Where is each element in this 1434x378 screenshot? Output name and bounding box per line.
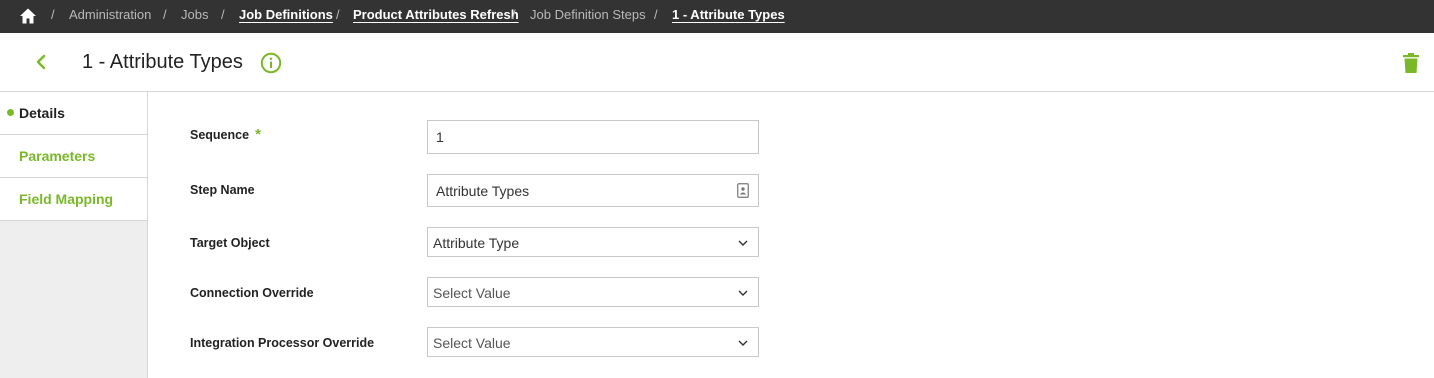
- sidebar: Details Parameters Field Mapping: [0, 92, 148, 378]
- sequence-value: 1: [436, 129, 444, 145]
- sidebar-item-label: Field Mapping: [19, 191, 114, 207]
- sequence-label: Sequence *: [190, 127, 261, 143]
- breadcrumb-bar: / Administration / Jobs / Job Definition…: [0, 0, 1434, 33]
- integration-processor-override-placeholder: Select Value: [433, 335, 511, 351]
- target-object-select[interactable]: Attribute Type: [427, 227, 759, 257]
- breadcrumb-separator: /: [163, 7, 167, 22]
- contact-card-icon[interactable]: [737, 183, 749, 198]
- breadcrumb-jobs[interactable]: Jobs: [181, 7, 208, 23]
- breadcrumb-separator: /: [512, 7, 516, 22]
- required-asterisk: *: [255, 126, 261, 143]
- sidebar-item-parameters[interactable]: Parameters: [0, 135, 147, 178]
- breadcrumb-separator: /: [221, 7, 225, 22]
- target-object-label: Target Object: [190, 236, 270, 250]
- step-name-label: Step Name: [190, 183, 255, 197]
- chevron-down-icon: [738, 290, 748, 296]
- sequence-label-text: Sequence: [190, 128, 250, 142]
- connection-override-label: Connection Override: [190, 286, 314, 300]
- chevron-down-icon: [738, 240, 748, 246]
- breadcrumb-administration[interactable]: Administration: [69, 7, 151, 23]
- chevron-left-icon: [36, 54, 46, 70]
- step-name-input[interactable]: Attribute Types: [427, 174, 759, 207]
- target-object-value: Attribute Type: [433, 235, 520, 251]
- page-title: 1 - Attribute Types: [82, 51, 243, 73]
- step-name-value: Attribute Types: [436, 183, 530, 199]
- info-icon[interactable]: [260, 52, 282, 74]
- breadcrumb-separator: /: [336, 7, 340, 22]
- breadcrumb-product-attributes-refresh[interactable]: Product Attributes Refresh: [353, 7, 519, 23]
- active-indicator-dot: [7, 109, 14, 116]
- trash-icon[interactable]: [1402, 52, 1420, 74]
- breadcrumb-separator: /: [654, 7, 658, 22]
- connection-override-select[interactable]: Select Value: [427, 277, 759, 307]
- connection-override-placeholder: Select Value: [433, 285, 511, 301]
- sidebar-item-label: Details: [19, 105, 65, 121]
- sidebar-item-details[interactable]: Details: [0, 92, 147, 135]
- integration-processor-override-label: Integration Processor Override: [190, 336, 375, 350]
- breadcrumb-separator: /: [51, 7, 55, 22]
- breadcrumb-job-definitions[interactable]: Job Definitions: [239, 7, 333, 23]
- chevron-down-icon: [738, 340, 748, 346]
- back-button[interactable]: [31, 51, 51, 73]
- sequence-input[interactable]: 1: [427, 120, 759, 154]
- home-icon[interactable]: [19, 7, 37, 25]
- page-header: 1 - Attribute Types: [0, 33, 1434, 92]
- breadcrumb-job-definition-steps[interactable]: Job Definition Steps: [530, 7, 646, 23]
- sidebar-item-field-mapping[interactable]: Field Mapping: [0, 178, 147, 221]
- integration-processor-override-select[interactable]: Select Value: [427, 327, 759, 357]
- sidebar-item-label: Parameters: [19, 148, 96, 164]
- breadcrumb-current[interactable]: 1 - Attribute Types: [672, 7, 785, 23]
